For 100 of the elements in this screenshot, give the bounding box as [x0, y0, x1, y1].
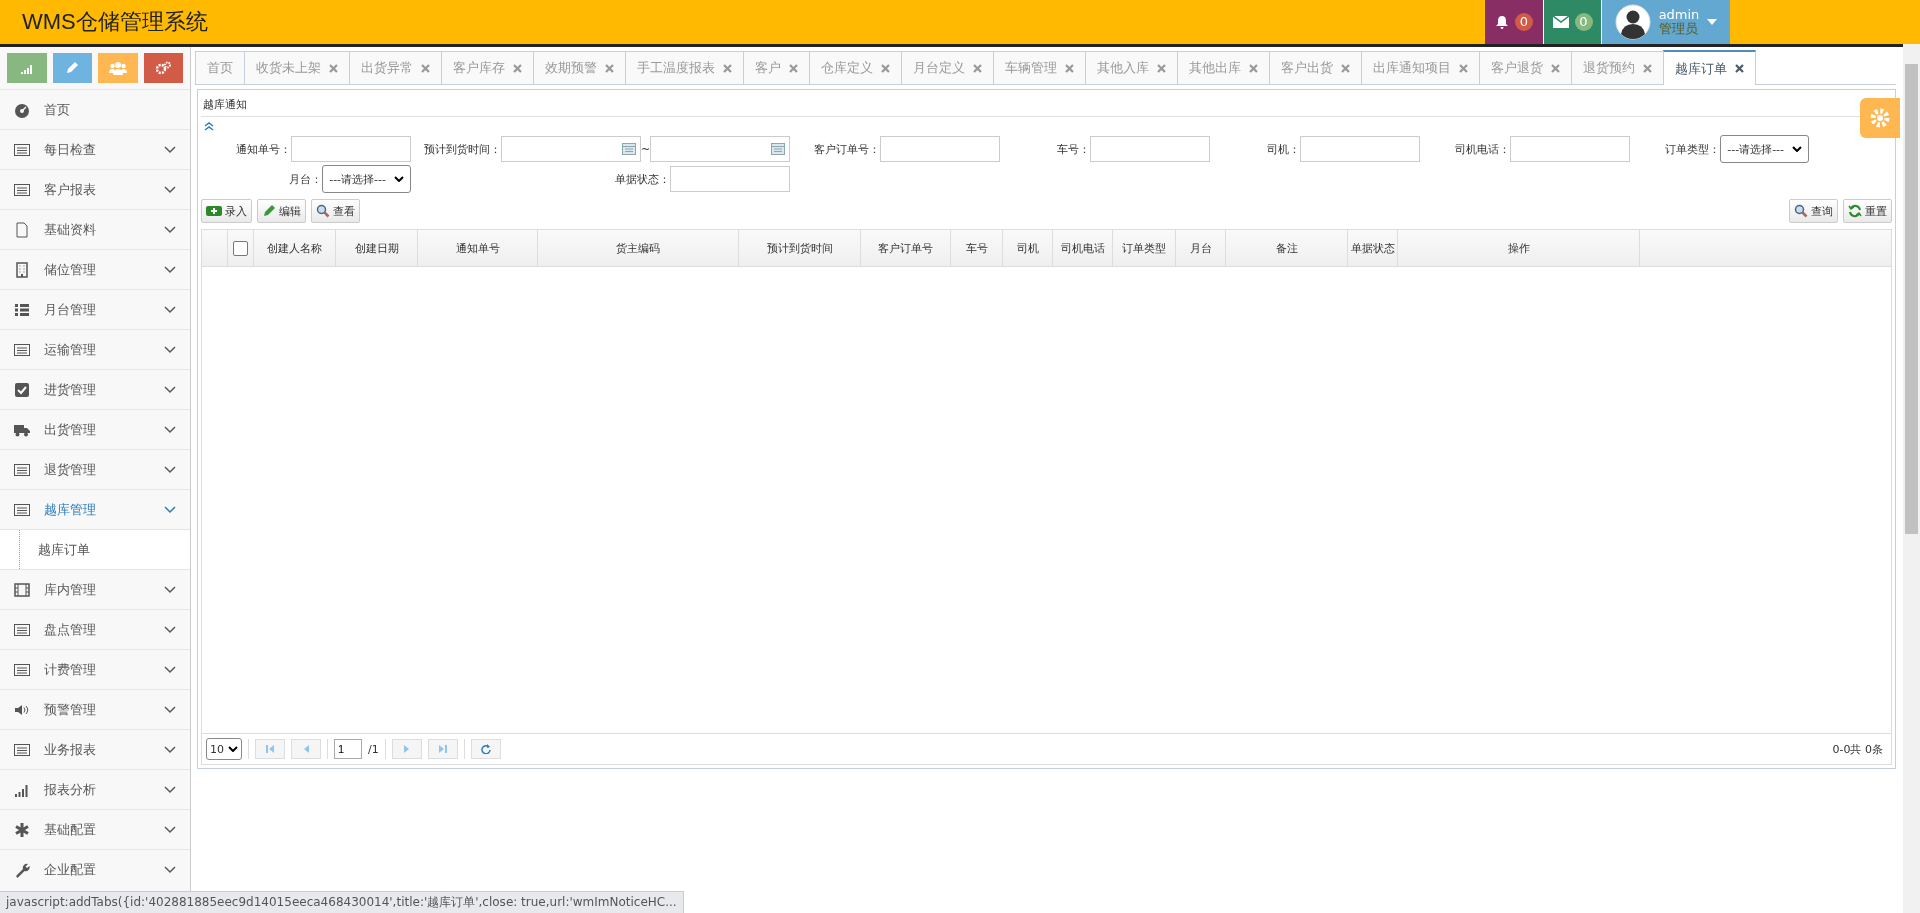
- document-icon: [14, 221, 30, 238]
- signal-bars-icon: [19, 62, 34, 74]
- toolbar-button[interactable]: 编辑: [257, 199, 306, 223]
- chevron-down-icon: [164, 145, 176, 154]
- toolbar-button[interactable]: 查看: [311, 199, 360, 223]
- page-total: /1: [368, 742, 379, 756]
- chevron-down-icon: [164, 385, 176, 394]
- chevron-down-icon: [164, 305, 176, 314]
- text-field[interactable]: [291, 136, 411, 162]
- select-all-checkbox[interactable]: [233, 240, 248, 256]
- next-page-button[interactable]: [391, 739, 422, 759]
- asterisk-icon: [14, 821, 30, 838]
- field-label: 订单类型：: [1664, 141, 1721, 157]
- refresh-button[interactable]: [470, 739, 501, 759]
- scrollbar[interactable]: [1903, 44, 1920, 913]
- field-label: 月台：: [288, 171, 323, 187]
- pencil-icon: [262, 204, 276, 218]
- list-icon: [14, 181, 30, 198]
- dashboard-icon: [14, 101, 30, 118]
- chevron-down-icon: [164, 705, 176, 714]
- field-label: 单据状态：: [614, 171, 671, 187]
- field-label: 司机电话：: [1454, 141, 1511, 157]
- column-header: 订单类型: [1113, 230, 1176, 266]
- chevron-down-icon: [164, 505, 176, 514]
- users-icon: [108, 61, 127, 75]
- field-label: 预计到货时间：: [423, 141, 501, 157]
- gears-icon: [155, 61, 172, 75]
- envelope-icon: [1552, 16, 1569, 28]
- text-field[interactable]: [1510, 136, 1631, 162]
- close-icon[interactable]: [1735, 64, 1744, 73]
- last-page-button[interactable]: [427, 739, 458, 759]
- wrench-icon: [14, 861, 30, 878]
- dropdown[interactable]: ---请选择---: [322, 165, 411, 193]
- column-header: 备注: [1226, 230, 1348, 266]
- chevron-down-icon: [164, 345, 176, 354]
- search-icon: [1794, 204, 1808, 218]
- last-page-icon: [437, 744, 448, 754]
- text-field[interactable]: [880, 136, 1001, 162]
- column-header: 通知单号: [418, 230, 538, 266]
- sidebar-subitem[interactable]: 越库订单: [0, 529, 190, 569]
- list-icon: [14, 341, 30, 358]
- building-icon: [14, 261, 30, 278]
- toolbar-button[interactable]: 重置: [1843, 199, 1892, 223]
- notifications-button[interactable]: 0: [1485, 0, 1543, 44]
- dropdown[interactable]: ---请选择---: [1720, 135, 1810, 163]
- user-name: admin: [1658, 8, 1700, 22]
- page-field[interactable]: 1: [334, 739, 362, 759]
- refresh-icon: [1848, 204, 1862, 218]
- field-label: 客户订单号：: [813, 141, 881, 157]
- page-size-select[interactable]: 10: [206, 738, 242, 760]
- calendar-icon[interactable]: [771, 143, 786, 155]
- column-header: 司机: [1003, 230, 1053, 266]
- field-label: 通知单号：: [235, 141, 291, 157]
- date-field[interactable]: [501, 136, 641, 162]
- collapse-icon[interactable]: [203, 121, 215, 131]
- chevron-down-icon: [164, 225, 176, 234]
- shortcut-button[interactable]: [143, 53, 183, 83]
- chevron-down-icon: [164, 465, 176, 474]
- first-page-button[interactable]: [255, 739, 285, 759]
- calendar-icon[interactable]: [622, 143, 636, 155]
- shortcut-button[interactable]: [98, 53, 138, 83]
- previous-page-button[interactable]: [291, 739, 321, 759]
- shortcut-button[interactable]: [52, 53, 92, 83]
- shortcut-button[interactable]: [7, 53, 47, 83]
- search-icon: [316, 204, 330, 218]
- bell-icon: [1495, 15, 1509, 29]
- pencil-icon: [65, 61, 80, 75]
- settings-button[interactable]: [1860, 98, 1900, 138]
- chevron-down-icon: [164, 585, 176, 594]
- grid-icon: [14, 301, 30, 318]
- toolbar-button[interactable]: 查询: [1789, 199, 1838, 223]
- caret-down-icon: [1792, 146, 1803, 152]
- column-header: 创建人名称: [254, 230, 336, 266]
- caret-down-icon: [1707, 19, 1718, 25]
- text-field[interactable]: [670, 166, 791, 192]
- column-header: 司机电话: [1053, 230, 1113, 266]
- status-bar: javascript:addTabs({id:'402881885eec9d14015eeca468430014',title:'越库订单',close: true,url:'wmImNoticeHC...: [0, 891, 684, 913]
- avatar-icon: [1614, 4, 1651, 40]
- chevron-down-icon: [164, 745, 176, 754]
- refresh-icon: [480, 744, 491, 754]
- column-header: 月台: [1176, 230, 1226, 266]
- toolbar-button[interactable]: 录入: [201, 199, 252, 223]
- chevron-down-icon: [164, 825, 176, 834]
- list-icon: [14, 501, 30, 518]
- film-icon: [14, 581, 30, 598]
- chevron-down-icon: [164, 185, 176, 194]
- add-icon: [206, 204, 222, 218]
- date-field[interactable]: [650, 136, 791, 162]
- text-field[interactable]: [1300, 136, 1421, 162]
- column-header: 预计到货时间: [739, 230, 861, 266]
- user-role: 管理员: [1658, 22, 1699, 36]
- chevron-down-icon: [164, 665, 176, 674]
- tab[interactable]: 越库订单: [1663, 50, 1756, 85]
- notification-count: 0: [1515, 13, 1533, 31]
- text-field[interactable]: [1090, 136, 1211, 162]
- checkbox-icon: [14, 381, 30, 398]
- list-icon: [14, 621, 30, 638]
- caret-down-icon: [228, 746, 238, 752]
- chevron-down-icon: [164, 625, 176, 634]
- caret-down-icon: [394, 176, 404, 182]
